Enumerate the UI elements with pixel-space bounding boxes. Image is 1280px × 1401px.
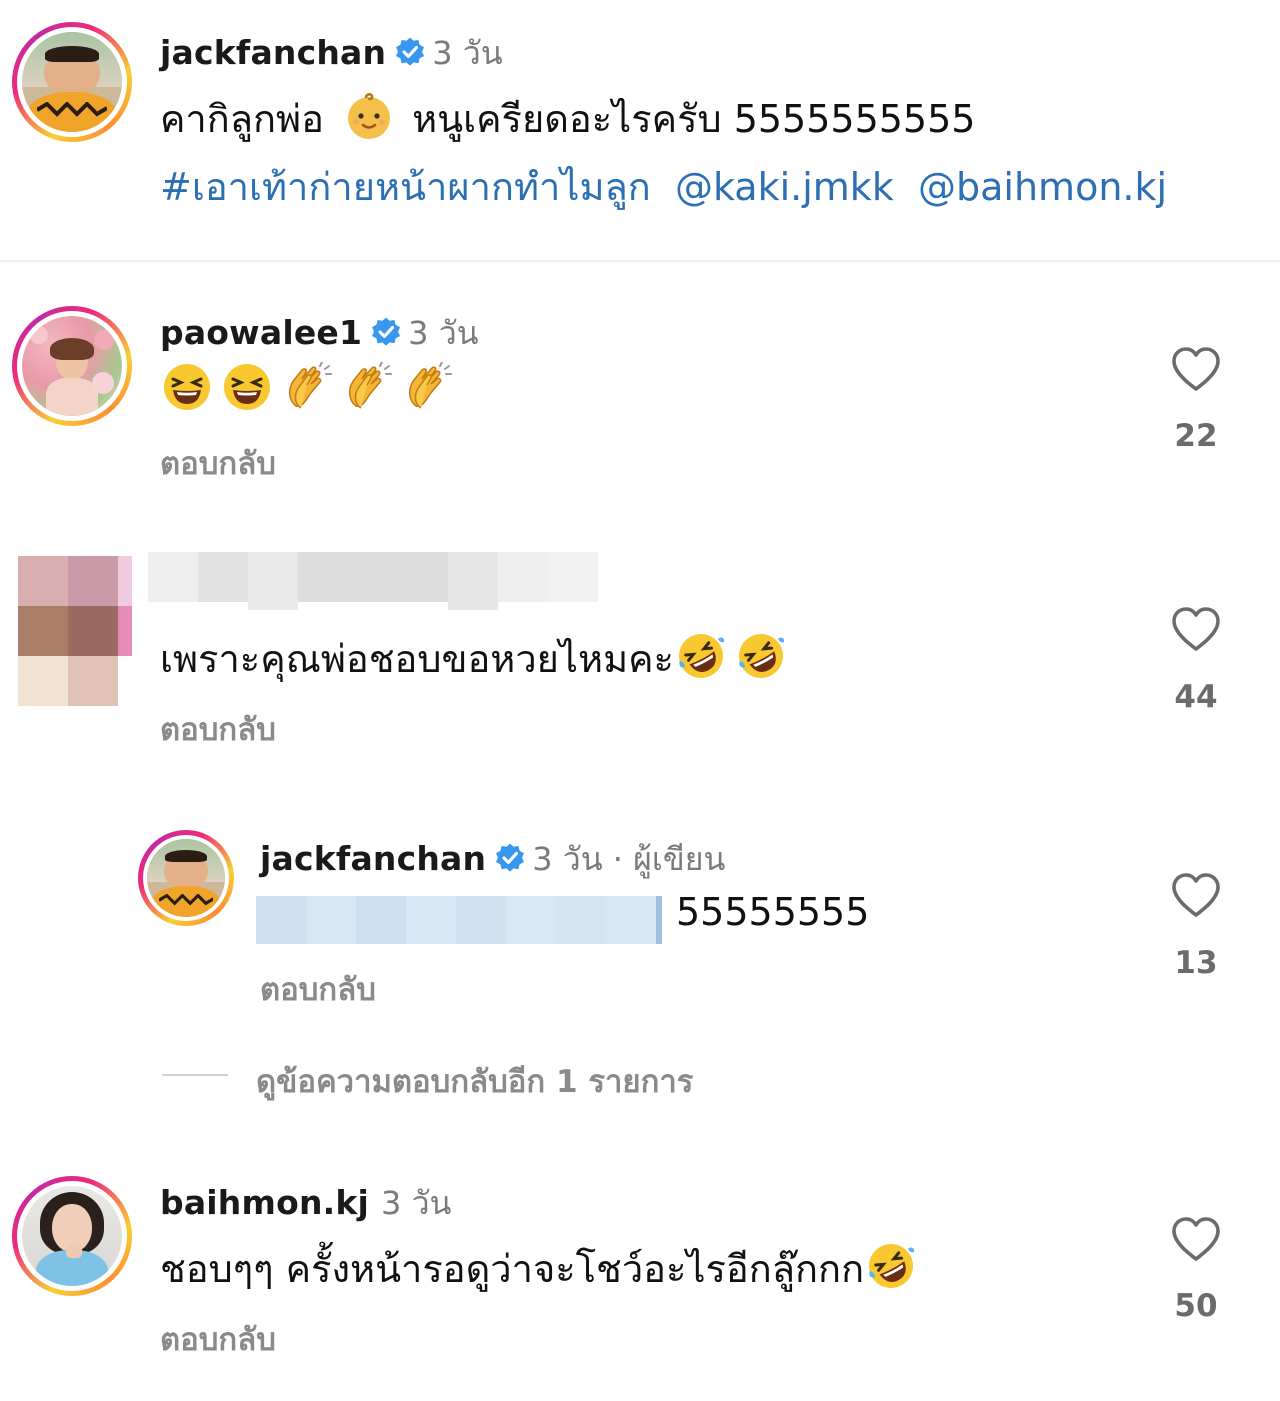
reply-button[interactable]: ตอบกลับ bbox=[160, 704, 276, 754]
comment-body: เพราะคุณพ่อชอบขอหวยไหมคะ bbox=[160, 628, 796, 689]
mention-link-kaki[interactable]: @kaki.jmkk bbox=[675, 165, 894, 209]
shirt-zigzag-icon bbox=[158, 893, 214, 906]
rolling-laughing-emoji-icon bbox=[866, 1241, 916, 1291]
reply-button[interactable]: ตอบกลับ bbox=[260, 964, 376, 1014]
post-caption-text: คากิลูกพ่อ bbox=[160, 97, 324, 141]
like-count: 44 bbox=[1174, 679, 1218, 715]
laughing-emoji-icon bbox=[222, 362, 272, 412]
clapping-hands-emoji-icon bbox=[282, 362, 332, 412]
verified-badge-icon bbox=[494, 842, 526, 874]
verified-badge-icon bbox=[370, 316, 402, 348]
comment-username[interactable]: paowalee1 bbox=[160, 313, 362, 352]
like-count: 22 bbox=[1174, 418, 1218, 454]
like-heart-icon[interactable] bbox=[1171, 872, 1221, 918]
blurred-avatar[interactable] bbox=[18, 556, 132, 706]
reply-header: jackfanchan 3 วัน · ผู้เขียน bbox=[260, 834, 725, 885]
post-caption: คากิลูกพ่อ หนูเครียดอะไรครับ 5555555555 bbox=[160, 88, 975, 149]
reply-time: 3 วัน · ผู้เขียน bbox=[532, 840, 726, 878]
post-time: 3 วัน bbox=[432, 34, 503, 72]
view-replies-line bbox=[162, 1074, 228, 1076]
like-heart-icon[interactable] bbox=[1171, 606, 1221, 652]
like-heart-icon[interactable] bbox=[1171, 346, 1221, 392]
like-heart-icon[interactable] bbox=[1171, 1216, 1221, 1262]
blurred-mention[interactable] bbox=[256, 896, 662, 944]
rolling-laughing-emoji-icon bbox=[736, 631, 786, 681]
shirt-zigzag-icon bbox=[37, 102, 107, 117]
comment-avatar-paowalee1[interactable] bbox=[12, 306, 132, 426]
reply-text: 55555555 bbox=[676, 890, 870, 934]
post-author-username[interactable]: jackfanchan bbox=[160, 33, 386, 72]
post-tags: #เอาเท้าก่ายหน้าผากทำไมลูก @kaki.jmkk @b… bbox=[160, 156, 1167, 217]
rolling-laughing-emoji-icon bbox=[676, 631, 726, 681]
view-more-replies-button[interactable]: ดูข้อความตอบกลับอีก 1 รายการ bbox=[256, 1056, 693, 1106]
comment-time: 3 วัน bbox=[408, 314, 479, 352]
reply-author-avatar[interactable] bbox=[138, 830, 234, 926]
reply-username[interactable]: jackfanchan bbox=[260, 839, 486, 878]
like-count: 50 bbox=[1174, 1288, 1218, 1324]
divider bbox=[0, 260, 1280, 262]
verified-badge-icon bbox=[394, 36, 426, 68]
comment-text: ชอบๆๆ ครั้งหน้ารอดูว่าจะโชว์อะไรอีกลู๊กก… bbox=[160, 1247, 865, 1291]
comment-time: 3 วัน bbox=[381, 1184, 452, 1222]
comment-emojis bbox=[162, 362, 462, 412]
reply-button[interactable]: ตอบกลับ bbox=[160, 438, 276, 488]
comment-text: เพราะคุณพ่อชอบขอหวยไหมคะ bbox=[160, 637, 674, 681]
mention-link-baihmon[interactable]: @baihmon.kj bbox=[918, 165, 1167, 209]
comment-avatar-baihmon[interactable] bbox=[12, 1176, 132, 1296]
laughing-emoji-icon bbox=[162, 362, 212, 412]
reply-button[interactable]: ตอบกลับ bbox=[160, 1314, 276, 1364]
comment-header: baihmon.kj 3 วัน bbox=[160, 1178, 451, 1229]
clapping-hands-emoji-icon bbox=[342, 362, 392, 412]
baby-face-emoji-icon bbox=[344, 91, 394, 141]
comment-body: ชอบๆๆ ครั้งหน้ารอดูว่าจะโชว์อะไรอีกลู๊กก… bbox=[160, 1238, 926, 1299]
blurred-username[interactable] bbox=[148, 552, 598, 610]
post-caption-text-rest: หนูเครียดอะไรครับ 5555555555 bbox=[412, 97, 976, 141]
hashtag-link[interactable]: #เอาเท้าก่ายหน้าผากทำไมลูก bbox=[160, 165, 651, 209]
post-header: jackfanchan 3 วัน bbox=[160, 28, 503, 79]
post-author-avatar[interactable] bbox=[12, 22, 132, 142]
comment-username[interactable]: baihmon.kj bbox=[160, 1183, 369, 1222]
like-count: 13 bbox=[1174, 945, 1218, 981]
clapping-hands-emoji-icon bbox=[402, 362, 452, 412]
comment-header: paowalee1 3 วัน bbox=[160, 308, 479, 359]
